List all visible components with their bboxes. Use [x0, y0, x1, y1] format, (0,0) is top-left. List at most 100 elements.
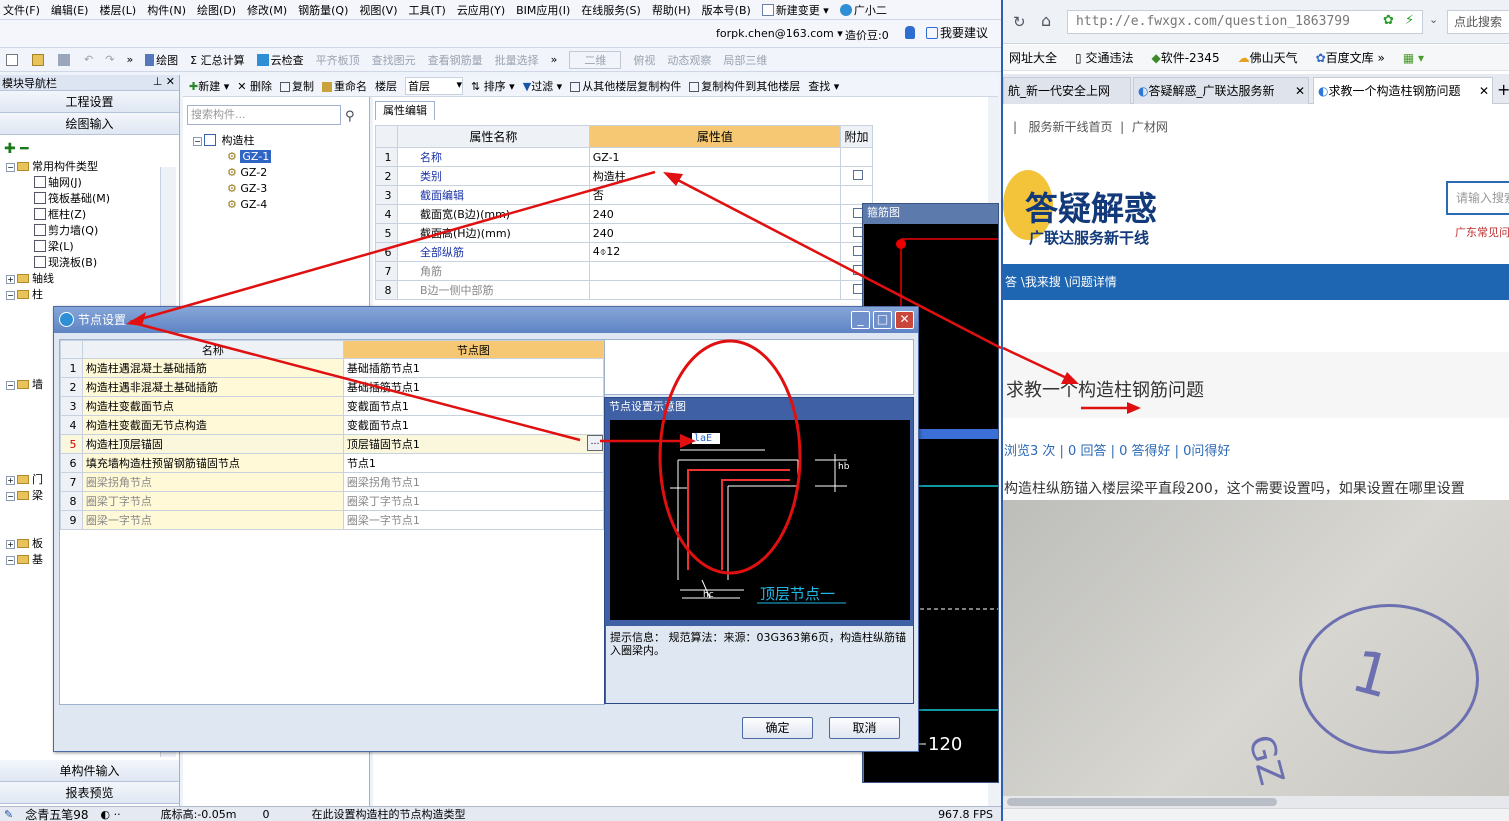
- search-icon[interactable]: ⚲: [345, 109, 355, 124]
- tree-item-slab[interactable]: 现浇板(B): [6, 255, 179, 271]
- maximize-button[interactable]: □: [873, 311, 892, 329]
- pin-close-icons[interactable]: ⊥ ✕: [153, 75, 175, 88]
- address-bar[interactable]: http://e.fwxgx.com/question_1863799: [1067, 10, 1423, 34]
- prop-row[interactable]: 7 角筋: [375, 261, 873, 281]
- new-file-icon[interactable]: [6, 53, 18, 66]
- prop-value[interactable]: GZ-1: [588, 147, 842, 167]
- tree-group-column[interactable]: − 柱: [6, 287, 179, 303]
- tool-summary[interactable]: Σ 汇总计算: [190, 52, 244, 68]
- prop-value[interactable]: 否: [588, 185, 842, 205]
- chevron-down-icon[interactable]: ⌄: [1429, 13, 1438, 26]
- bell-icon[interactable]: [905, 26, 915, 39]
- ellipsis-button[interactable]: …: [587, 435, 603, 451]
- tree-group-foundation[interactable]: − 基: [6, 552, 43, 568]
- tree-common-types[interactable]: − 常用构件类型: [6, 159, 179, 175]
- prop-row[interactable]: 1 名称 GZ-1: [375, 147, 873, 167]
- node-row[interactable]: 2 构造柱遇非混凝土基础插筋 基础插筋节点1: [60, 377, 605, 397]
- home-icon[interactable]: ⌂: [1041, 11, 1051, 30]
- collapse-icon[interactable]: −: [6, 163, 15, 172]
- collapse-icon[interactable]: −: [6, 556, 15, 565]
- site-link[interactable]: 服务新干线首页: [1029, 120, 1113, 134]
- node-row[interactable]: 9 圈梁一字节点 圈梁一字节点1: [60, 510, 605, 530]
- comp-tree-root[interactable]: − 构造柱: [193, 133, 271, 149]
- close-button[interactable]: ✕: [895, 311, 914, 329]
- node-row[interactable]: 4 构造柱变截面无节点构造 变截面节点1: [60, 415, 605, 435]
- node-row[interactable]: 7 圈梁拐角节点 圈梁拐角节点1: [60, 472, 605, 492]
- expand-collapse-icons[interactable]: ✚ ━: [0, 135, 179, 159]
- toolbar-more-icon-2[interactable]: »: [551, 53, 558, 66]
- side-hint[interactable]: 广东常见问: [1455, 224, 1509, 240]
- node-value[interactable]: 节点1: [342, 453, 605, 473]
- tool-local-3d[interactable]: 局部三维: [723, 52, 767, 68]
- tree-item-shear-wall[interactable]: 剪力墙(Q): [6, 223, 179, 239]
- new-tab-icon[interactable]: +: [1497, 80, 1509, 99]
- browser-search-box[interactable]: 点此搜索: [1447, 10, 1509, 34]
- minimize-button[interactable]: _: [851, 311, 870, 329]
- menu-component[interactable]: 构件(N): [147, 2, 186, 18]
- extra-checkbox[interactable]: [853, 169, 864, 180]
- dialog-titlebar[interactable]: 节点设置 _ □ ✕: [54, 307, 918, 333]
- report-preview-button[interactable]: 报表预览: [0, 782, 179, 804]
- node-value[interactable]: 基础插筋节点1: [342, 377, 605, 397]
- save-icon[interactable]: [58, 53, 70, 66]
- horizontal-scrollbar[interactable]: [1003, 796, 1509, 808]
- breadcrumb[interactable]: 答 \我来搜 \问题详情: [1005, 275, 1117, 289]
- node-row-selected[interactable]: 5 构造柱顶层锚固 顶层锚固节点1: [60, 434, 605, 454]
- node-value[interactable]: 变截面节点1: [342, 396, 605, 416]
- copy-from-floor-button[interactable]: 从其他楼层复制构件: [570, 78, 681, 94]
- tree-group-door[interactable]: + 门: [6, 472, 43, 488]
- scrollbar-thumb[interactable]: [1007, 798, 1277, 806]
- menu-file[interactable]: 文件(F): [3, 2, 40, 18]
- prop-row[interactable]: 5 截面高(H边)(mm) 240: [375, 223, 873, 243]
- comp-copy-button[interactable]: 复制: [279, 78, 314, 94]
- menu-assistant[interactable]: 广小二: [839, 2, 887, 18]
- ime-icon[interactable]: ✎: [4, 808, 13, 821]
- comp-item-gz4[interactable]: ⚙ GZ-4: [193, 197, 271, 213]
- copy-to-floor-button[interactable]: 复制构件到其他楼层: [689, 78, 800, 94]
- tool-cloud-check[interactable]: 云检查: [256, 52, 304, 68]
- question-photo[interactable]: 1 GZ: [1003, 500, 1509, 796]
- comp-item-gz2[interactable]: ⚙ GZ-2: [193, 165, 271, 181]
- prop-value[interactable]: 240: [588, 223, 842, 243]
- menu-bim[interactable]: BIM应用(I): [516, 2, 570, 18]
- single-component-button[interactable]: 单构件输入: [0, 760, 179, 782]
- node-value[interactable]: 顶层锚固节点1: [342, 434, 605, 454]
- fav-item[interactable]: ✿百度文库 »: [1316, 49, 1385, 66]
- component-search-input[interactable]: 搜索构件...: [187, 105, 341, 125]
- node-row[interactable]: 3 构造柱变截面节点 变截面节点1: [60, 396, 605, 416]
- tool-batch-select[interactable]: 批量选择: [495, 52, 539, 68]
- tree-group-wall[interactable]: − 墙: [6, 377, 43, 393]
- menu-help[interactable]: 帮助(H): [652, 2, 691, 18]
- draw-input-button[interactable]: 绘图输入: [0, 113, 179, 135]
- find-button[interactable]: 查找 ▾: [808, 78, 839, 94]
- prop-value[interactable]: 构造柱: [588, 166, 842, 186]
- comp-rename-button[interactable]: 重命名: [321, 78, 367, 94]
- open-folder-icon[interactable]: [32, 53, 44, 66]
- collapse-icon[interactable]: −: [6, 291, 15, 300]
- filter-button[interactable]: ▼过滤 ▾: [523, 78, 563, 94]
- tab-property-edit[interactable]: 属性编辑: [375, 101, 435, 120]
- node-value[interactable]: 圈梁一字节点1: [342, 510, 605, 530]
- cancel-button[interactable]: 取消: [829, 717, 900, 739]
- collapse-icon[interactable]: −: [6, 492, 15, 501]
- menu-cloud[interactable]: 云应用(Y): [457, 2, 505, 18]
- node-value[interactable]: 变截面节点1: [342, 415, 605, 435]
- prop-row[interactable]: 6 全部纵筋 4⌽12: [375, 242, 873, 262]
- account-label[interactable]: forpk.chen@163.com ▾: [716, 27, 843, 40]
- collapse-icon[interactable]: −: [6, 381, 15, 390]
- node-value[interactable]: 圈梁拐角节点1: [342, 472, 605, 492]
- menu-edit[interactable]: 编辑(E): [51, 2, 89, 18]
- menu-version[interactable]: 版本号(B): [702, 2, 751, 18]
- sort-button[interactable]: ⇅ 排序 ▾: [471, 78, 515, 94]
- comp-item-gz3[interactable]: ⚙ GZ-3: [193, 181, 271, 197]
- close-icon[interactable]: ✕: [1479, 78, 1489, 104]
- project-settings-button[interactable]: 工程设置: [0, 91, 179, 113]
- comp-item-gz1[interactable]: ⚙ GZ-1: [193, 149, 272, 165]
- toolbar-more-icon[interactable]: »: [126, 53, 133, 66]
- tree-item-raft[interactable]: 筏板基础(M): [6, 191, 179, 207]
- suggest-button[interactable]: 我要建议: [926, 24, 988, 41]
- ok-button[interactable]: 确定: [742, 717, 813, 739]
- menu-view[interactable]: 视图(V): [359, 2, 397, 18]
- node-row[interactable]: 6 填充墙构造柱预留钢筋锚固节点 节点1: [60, 453, 605, 473]
- fav-item[interactable]: ▯ 交通违法: [1075, 49, 1133, 66]
